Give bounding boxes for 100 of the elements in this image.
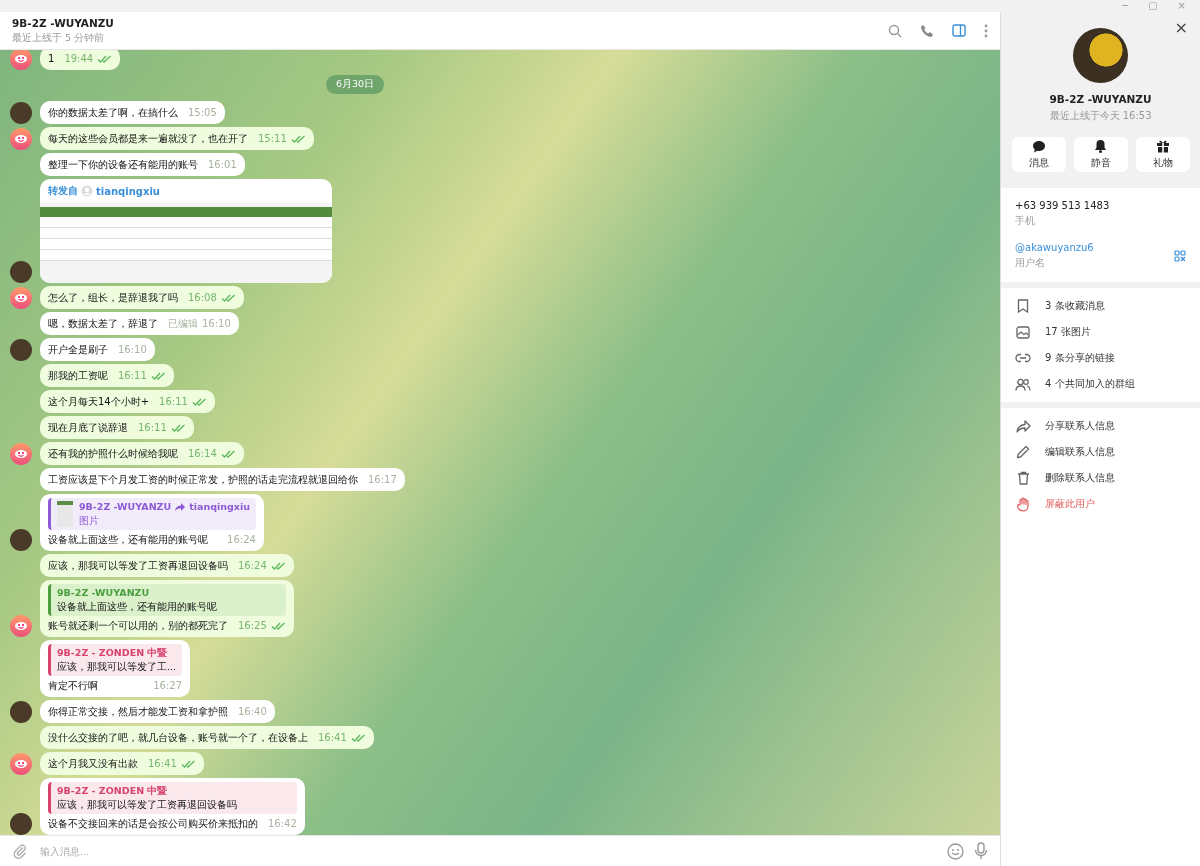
reply-text: 设备就上面这些，还有能用的账号呢	[57, 600, 217, 614]
message-bubble[interactable]: 每天的这些会员都是来一遍就没了，也在开了 15:11	[40, 127, 314, 150]
message-text: 账号就还剩一个可以用的，别的都死完了	[48, 619, 228, 633]
smiley-avatar-icon	[10, 287, 32, 309]
profile-status: 最近上线于今天 16:53	[1049, 109, 1152, 123]
message-text: 1	[48, 52, 55, 66]
smiley-avatar-icon	[10, 128, 32, 150]
message-bubble[interactable]: 你的数据太差了啊，在搞什么 15:05	[40, 101, 225, 124]
contact-avatar-photo[interactable]	[10, 701, 32, 723]
message-text: 开户全是刷子	[48, 343, 108, 357]
message-bubble[interactable]: 这个月每天14个小时+ 16:11	[40, 390, 215, 413]
mute-action-button[interactable]: 静音	[1073, 137, 1128, 172]
message-bubble[interactable]: 你得正常交接，然后才能发工资和拿护照 16:40	[40, 700, 275, 723]
media-list-item[interactable]: 3 条收藏消息	[1015, 296, 1186, 316]
message-bubble[interactable]: 怎么了，组长，是辞退我了吗 16:08	[40, 286, 244, 309]
double-check-icon	[270, 561, 286, 570]
forward-arrow-icon	[175, 503, 186, 511]
contact-avatar-photo[interactable]	[10, 261, 32, 283]
chat-title: 9B-2Z -WUYANZU	[12, 16, 115, 29]
message-time: 15:11	[258, 132, 287, 146]
reply-quote[interactable]: 9B-2Z -WUYANZU tianqingxiu 图片	[48, 498, 256, 530]
profile-name: 9B-2Z -WUYANZU	[1049, 93, 1152, 105]
message-bubble[interactable]: 那我的工资呢 16:11	[40, 364, 174, 387]
contact-action-item[interactable]: 屏蔽此用户	[1015, 494, 1186, 514]
attach-icon[interactable]	[12, 843, 28, 859]
reply-quote[interactable]: 9B-2Z -WUYANZU 设备就上面这些，还有能用的账号呢	[48, 584, 286, 616]
message-bubble[interactable]: 应该，那我可以等发了工资再退回设备吗 16:24	[40, 554, 294, 577]
pencil-icon	[1016, 445, 1030, 459]
message-bubble[interactable]: 开户全是刷子 16:10	[40, 338, 155, 361]
smiley-avatar-icon	[10, 753, 32, 775]
profile-photo[interactable]	[1073, 28, 1128, 83]
close-button[interactable]: ×	[1174, 18, 1188, 37]
more-icon[interactable]	[984, 23, 988, 38]
qr-code-icon[interactable]	[1174, 250, 1186, 262]
contact-avatar-photo[interactable]	[10, 339, 32, 361]
message-bubble[interactable]: 嗯，数据太差了，辞退了 已编辑 16:10	[40, 312, 239, 335]
media-list-item[interactable]: 9 条分享的链接	[1015, 348, 1186, 368]
contact-action-item[interactable]: 分享联系人信息	[1015, 416, 1186, 436]
message-time: 16:41	[318, 731, 347, 745]
share-arrow-icon	[1015, 419, 1031, 433]
message-time: 16:41	[148, 757, 177, 771]
message-time: 16:01	[208, 158, 237, 172]
message-bubble[interactable]: 还有我的护照什么时候给我呢 16:14	[40, 442, 244, 465]
gift-icon	[1155, 139, 1170, 153]
message-time: 16:24	[238, 559, 267, 573]
phone-icon[interactable]	[920, 23, 934, 38]
double-check-icon	[180, 759, 196, 768]
message-text: 工资应该是下个月发工资的时候正常发，护照的话走完流程就退回给你	[48, 473, 358, 487]
contact-avatar-photo[interactable]	[10, 813, 32, 835]
message-bubble[interactable]: 整理一下你的设备还有能用的账号 16:01	[40, 153, 245, 176]
reply-quote[interactable]: 9B-2Z - ZONDEN 中暨 应该，那我可以等发了工资再退回设备吗	[48, 782, 297, 814]
message-time: 16:11	[138, 421, 167, 435]
message-bubble[interactable]: 9B-2Z - ZONDEN 中暨 应该，那我可以等发了工资再退回设备吗 设备不交接回来的话是会按公司购买价来抵扣的 16:42	[40, 778, 305, 835]
double-check-icon	[350, 733, 366, 742]
spreadsheet-screenshot[interactable]	[40, 203, 332, 283]
contact-action-item[interactable]: 编辑联系人信息	[1015, 442, 1186, 462]
trash-icon	[1016, 471, 1030, 485]
reply-author: 9B-2Z -WUYANZU	[79, 500, 172, 514]
search-icon[interactable]	[888, 23, 902, 38]
contact-avatar-photo[interactable]	[10, 102, 32, 124]
message-bubble[interactable]: 没什么交接的了吧，就几台设备，账号就一个了，在设备上 16:41	[40, 726, 374, 749]
reply-author: 9B-2Z - ZONDEN 中暨	[57, 784, 168, 798]
message-text: 这个月我又没有出款	[48, 757, 138, 771]
media-list-item[interactable]: 17 张图片	[1015, 322, 1186, 342]
double-check-icon	[170, 423, 186, 432]
reply-text: 应该，那我可以等发了工...	[57, 660, 177, 674]
sidebar-toggle-icon[interactable]	[952, 24, 966, 37]
last-seen-status: 最近上线于 5 分钟前	[12, 31, 106, 45]
message-bubble[interactable]: 这个月我又没有出款 16:41	[40, 752, 204, 775]
gift-action-button[interactable]: 礼物	[1135, 137, 1190, 172]
message-input[interactable]: 输入消息...	[38, 844, 937, 858]
contact-avatar-photo[interactable]	[10, 529, 32, 551]
field-label: 手机	[1015, 214, 1036, 228]
field-label: 用户名	[1015, 256, 1046, 270]
message-bubble[interactable]: 9B-2Z - ZONDEN 中暨 应该，那我可以等发了工... 肯定不行啊 16:27	[40, 640, 191, 697]
message-text: 没什么交接的了吧，就几台设备，账号就一个了，在设备上	[48, 731, 308, 745]
message-bubble[interactable]: 9B-2Z -WUYANZU 设备就上面这些，还有能用的账号呢 账号就还剩一个可以用的，别的都死完了 16:25	[40, 580, 294, 637]
message-bubble[interactable]: 工资应该是下个月发工资的时候正常发，护照的话走完流程就退回给你 16:17	[40, 468, 405, 491]
message-bubble[interactable]: 9B-2Z -WUYANZU tianqingxiu 图片 设备就上面这些，还有能用的账号呢 16:24	[40, 494, 264, 551]
message-action-button[interactable]: 消息	[1011, 137, 1066, 172]
people-icon	[1015, 377, 1031, 391]
message-bubble[interactable]: 1 19:44	[40, 50, 121, 70]
message-time: 16:25	[238, 619, 267, 633]
double-check-icon	[150, 371, 166, 380]
media-list-item[interactable]: 4 个共同加入的群组	[1015, 374, 1186, 394]
message-text: 这个月每天14个小时+	[48, 395, 150, 409]
username-link[interactable]: @akawuyanzu6	[1015, 242, 1174, 253]
reply-author: 9B-2Z - ZONDEN 中暨	[57, 646, 168, 660]
reply-quote[interactable]: 9B-2Z - ZONDEN 中暨 应该，那我可以等发了工...	[48, 644, 183, 676]
message-time: 16:24	[227, 533, 256, 547]
double-check-icon	[220, 449, 236, 458]
message-time: 16:40	[238, 705, 267, 719]
message-bubble[interactable]: 现在月底了说辞退 16:11	[40, 416, 194, 439]
message-time: 16:10	[118, 343, 147, 357]
image-thumbnail	[57, 501, 73, 527]
double-check-icon	[290, 134, 306, 143]
emoji-icon[interactable]	[947, 842, 964, 860]
contact-action-item[interactable]: 删除联系人信息	[1015, 468, 1186, 488]
microphone-icon[interactable]	[974, 842, 988, 860]
double-check-icon	[220, 293, 236, 302]
